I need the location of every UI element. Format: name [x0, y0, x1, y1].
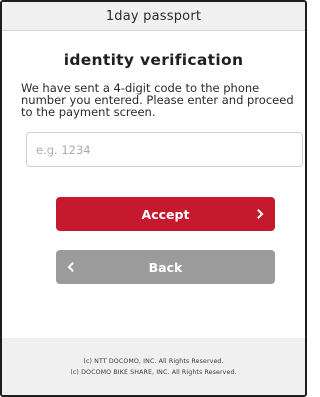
copyright-docomo-bike-share: (c) DOCOMO BIKE SHARE, INC. All Rights R… [70, 368, 237, 376]
app-header: 1day passport [2, 2, 305, 31]
footer: (c) NTT DOCOMO, INC. All Rights Reserved… [2, 338, 305, 395]
accept-button[interactable]: Accept [56, 197, 275, 231]
accept-button-label: Accept [141, 206, 190, 222]
copyright-ntt-docomo: (c) NTT DOCOMO, INC. All Rights Reserved… [83, 357, 224, 365]
header-title: 1day passport [105, 8, 202, 24]
chevron-right-icon [253, 209, 264, 219]
page-title: identity verification [63, 51, 244, 69]
verification-code-input[interactable] [26, 132, 303, 167]
chevron-left-icon [67, 262, 78, 272]
back-button[interactable]: Back [56, 250, 275, 284]
instructions-text: We have sent a 4-digit code to the phone… [21, 81, 294, 119]
back-button-label: Back [148, 259, 183, 275]
app-screen: 1day passport identity verification We h… [0, 0, 307, 397]
